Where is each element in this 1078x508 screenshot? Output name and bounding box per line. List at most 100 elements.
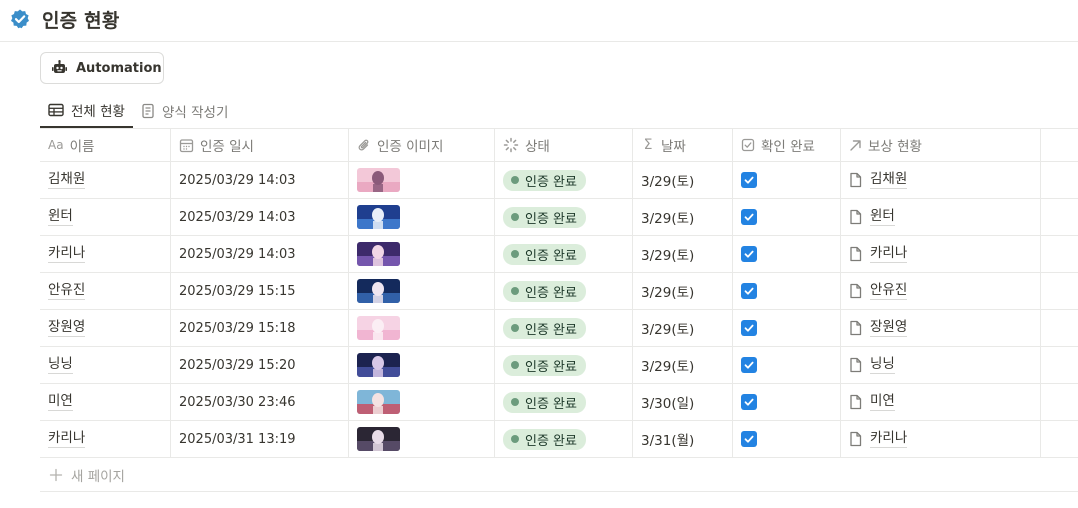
reward-cell[interactable]: 김채원: [841, 162, 1041, 198]
reward-cell[interactable]: 장원영: [841, 310, 1041, 346]
reward-cell[interactable]: 닝닝: [841, 347, 1041, 383]
column-header-add[interactable]: [1041, 129, 1078, 161]
reward-link[interactable]: 장원영: [870, 319, 908, 337]
column-header-confirmed[interactable]: 확인 완료: [733, 129, 841, 161]
confirmed-cell[interactable]: [733, 236, 841, 272]
datetime-cell[interactable]: 2025/03/30 23:46: [171, 384, 349, 420]
confirmed-cell[interactable]: [733, 347, 841, 383]
status-cell[interactable]: 인증 완료: [495, 421, 633, 457]
column-header-status[interactable]: 상태: [495, 129, 633, 161]
confirmed-cell[interactable]: [733, 421, 841, 457]
image-thumbnail[interactable]: [357, 279, 400, 303]
table-row[interactable]: 김채원 2025/03/29 14:03 인증 완료 3/29(토) 김채원: [40, 162, 1078, 199]
reward-link[interactable]: 김채원: [870, 171, 908, 189]
column-label: 날짜: [661, 139, 686, 155]
confirmed-checkbox[interactable]: [741, 394, 757, 410]
reward-cell[interactable]: 안유진: [841, 273, 1041, 309]
reward-link[interactable]: 미연: [870, 393, 895, 411]
confirmed-cell[interactable]: [733, 199, 841, 235]
table-row[interactable]: 닝닝 2025/03/29 15:20 인증 완료 3/29(토) 닝닝: [40, 347, 1078, 384]
table-row[interactable]: 윈터 2025/03/29 14:03 인증 완료 3/29(토) 윈터: [40, 199, 1078, 236]
status-cell[interactable]: 인증 완료: [495, 236, 633, 272]
tab-overview[interactable]: 전체 현황: [40, 94, 133, 128]
reward-cell[interactable]: 미연: [841, 384, 1041, 420]
column-header-reward[interactable]: 보상 현황: [841, 129, 1041, 161]
confirmed-checkbox[interactable]: [741, 283, 757, 299]
datetime-cell[interactable]: 2025/03/29 14:03: [171, 162, 349, 198]
name-cell[interactable]: 카리나: [40, 236, 171, 272]
image-cell[interactable]: [349, 347, 495, 383]
name-cell[interactable]: 윈터: [40, 199, 171, 235]
status-cell[interactable]: 인증 완료: [495, 347, 633, 383]
datetime-cell[interactable]: 2025/03/29 15:20: [171, 347, 349, 383]
column-header-name[interactable]: Aa 이름: [40, 129, 171, 161]
name-cell[interactable]: 닝닝: [40, 347, 171, 383]
image-cell[interactable]: [349, 421, 495, 457]
tab-form-builder[interactable]: 양식 작성기: [133, 94, 236, 128]
datetime-value: 2025/03/29 15:15: [179, 283, 296, 299]
name-cell[interactable]: 안유진: [40, 273, 171, 309]
reward-link[interactable]: 안유진: [870, 282, 908, 300]
reward-cell[interactable]: 카리나: [841, 421, 1041, 457]
image-thumbnail[interactable]: [357, 427, 400, 451]
confirmed-checkbox[interactable]: [741, 320, 757, 336]
reward-cell[interactable]: 윈터: [841, 199, 1041, 235]
datetime-cell[interactable]: 2025/03/31 13:19: [171, 421, 349, 457]
status-cell[interactable]: 인증 완료: [495, 162, 633, 198]
confirmed-cell[interactable]: [733, 162, 841, 198]
image-thumbnail[interactable]: [357, 242, 400, 266]
confirmed-cell[interactable]: [733, 384, 841, 420]
datetime-cell[interactable]: 2025/03/29 14:03: [171, 199, 349, 235]
new-page-button[interactable]: 새 페이지: [40, 458, 1078, 492]
table-row[interactable]: 장원영 2025/03/29 15:18 인증 완료 3/29(토) 장원영: [40, 310, 1078, 347]
image-thumbnail[interactable]: [357, 205, 400, 229]
table-row[interactable]: 카리나 2025/03/31 13:19 인증 완료 3/31(월) 카리나: [40, 421, 1078, 458]
image-thumbnail[interactable]: [357, 316, 400, 340]
status-label: 인증 완료: [525, 174, 577, 190]
status-cell[interactable]: 인증 완료: [495, 199, 633, 235]
column-header-datetime[interactable]: 인증 일시: [171, 129, 349, 161]
image-cell[interactable]: [349, 199, 495, 235]
column-header-image[interactable]: 인증 이미지: [349, 129, 495, 161]
image-cell[interactable]: [349, 273, 495, 309]
table-row[interactable]: 안유진 2025/03/29 15:15 인증 완료 3/29(토) 안유진: [40, 273, 1078, 310]
name-cell[interactable]: 김채원: [40, 162, 171, 198]
confirmed-cell[interactable]: [733, 273, 841, 309]
status-cell[interactable]: 인증 완료: [495, 310, 633, 346]
date-cell: 3/30(일): [633, 384, 733, 420]
confirmed-checkbox[interactable]: [741, 209, 757, 225]
reward-link[interactable]: 윈터: [870, 208, 895, 226]
reward-cell[interactable]: 카리나: [841, 236, 1041, 272]
date-value: 3/29(토): [641, 248, 695, 264]
confirmed-checkbox[interactable]: [741, 357, 757, 373]
column-header-date[interactable]: Σ 날짜: [633, 129, 733, 161]
status-cell[interactable]: 인증 완료: [495, 273, 633, 309]
confirmed-checkbox[interactable]: [741, 431, 757, 447]
empty-cell: [1041, 199, 1078, 235]
image-thumbnail[interactable]: [357, 168, 400, 192]
plus-icon: [49, 468, 63, 481]
automation-button[interactable]: Automation: [40, 52, 164, 84]
name-cell[interactable]: 미연: [40, 384, 171, 420]
status-cell[interactable]: 인증 완료: [495, 384, 633, 420]
reward-link[interactable]: 닝닝: [870, 356, 895, 374]
datetime-cell[interactable]: 2025/03/29 15:18: [171, 310, 349, 346]
table-row[interactable]: 카리나 2025/03/29 14:03 인증 완료 3/29(토) 카리나: [40, 236, 1078, 273]
image-cell[interactable]: [349, 384, 495, 420]
table-row[interactable]: 미연 2025/03/30 23:46 인증 완료 3/30(일) 미연: [40, 384, 1078, 421]
name-cell[interactable]: 카리나: [40, 421, 171, 457]
name-cell[interactable]: 장원영: [40, 310, 171, 346]
image-cell[interactable]: [349, 162, 495, 198]
status-label: 인증 완료: [525, 322, 577, 338]
datetime-cell[interactable]: 2025/03/29 15:15: [171, 273, 349, 309]
confirmed-checkbox[interactable]: [741, 172, 757, 188]
image-thumbnail[interactable]: [357, 390, 400, 414]
datetime-cell[interactable]: 2025/03/29 14:03: [171, 236, 349, 272]
reward-link[interactable]: 카리나: [870, 245, 908, 263]
confirmed-checkbox[interactable]: [741, 246, 757, 262]
reward-link[interactable]: 카리나: [870, 430, 908, 448]
image-cell[interactable]: [349, 310, 495, 346]
confirmed-cell[interactable]: [733, 310, 841, 346]
image-cell[interactable]: [349, 236, 495, 272]
image-thumbnail[interactable]: [357, 353, 400, 377]
